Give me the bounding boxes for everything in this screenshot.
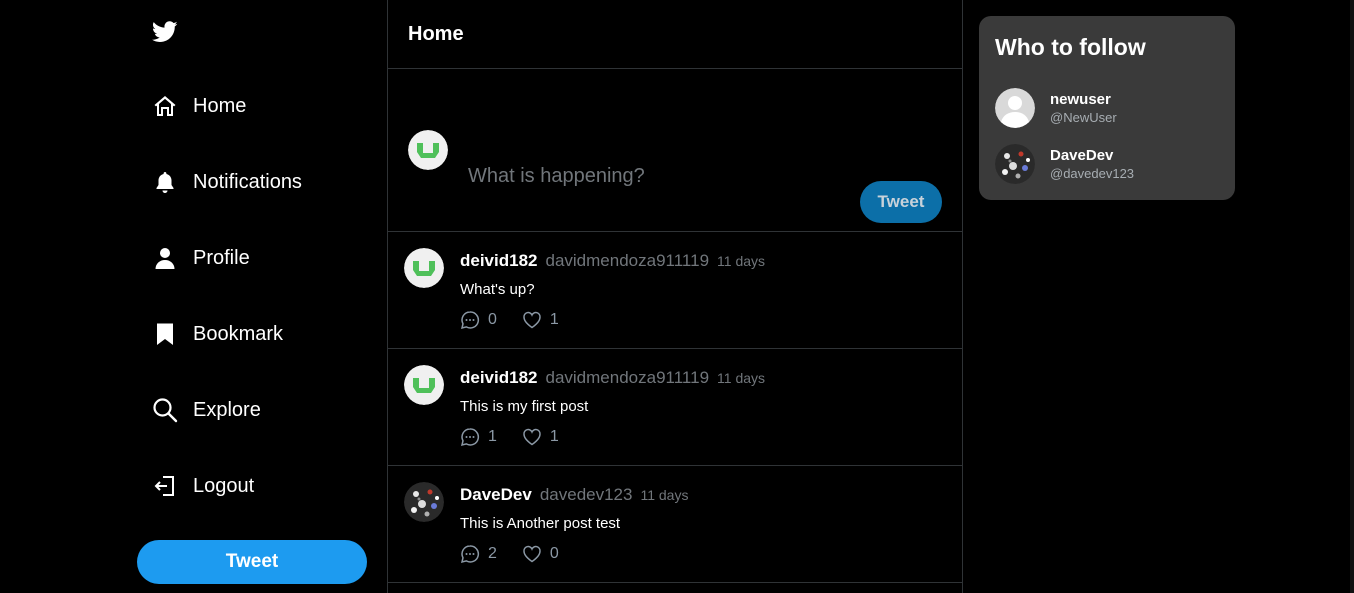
post-author-name[interactable]: DaveDev xyxy=(460,485,532,505)
post-header: DaveDev davedev123 11 days xyxy=(460,485,688,505)
post-header: deivid182 davidmendoza911119 11 days xyxy=(460,251,765,271)
like-button[interactable]: 1 xyxy=(522,310,559,330)
twitter-bird-icon[interactable] xyxy=(152,21,178,43)
heart-icon xyxy=(523,545,541,563)
post-body: What's up? xyxy=(460,281,535,298)
user-avatar xyxy=(995,144,1035,184)
comment-count: 2 xyxy=(488,545,497,562)
heart-icon xyxy=(523,428,541,446)
comment-button[interactable]: 2 xyxy=(460,544,497,564)
post-author-name[interactable]: deivid182 xyxy=(460,251,538,271)
post-author-handle: davidmendoza911119 xyxy=(545,368,710,387)
default-avatar-icon xyxy=(995,88,1035,128)
follow-suggestion[interactable]: newuser @NewUser xyxy=(995,88,1117,128)
comment-button[interactable]: 1 xyxy=(460,427,497,447)
post-header: deivid182 davidmendoza911119 11 days xyxy=(460,368,765,388)
nav-home[interactable]: Home xyxy=(152,86,246,126)
follow-user-handle: @NewUser xyxy=(1050,110,1117,125)
like-button[interactable]: 0 xyxy=(522,544,559,564)
follow-user-name[interactable]: DaveDev xyxy=(1050,147,1134,164)
post-author-name[interactable]: deivid182 xyxy=(460,368,538,388)
tweet-composer: Tweet xyxy=(388,69,962,232)
who-to-follow-title: Who to follow xyxy=(995,34,1146,60)
search-icon xyxy=(152,397,178,423)
nav-explore-label: Explore xyxy=(193,398,261,421)
follow-user-handle: @davedev123 xyxy=(1050,166,1135,181)
comment-count: 1 xyxy=(488,428,497,445)
page-title: Home xyxy=(408,22,464,45)
post-body: This is my first post xyxy=(460,398,589,415)
comment-icon xyxy=(460,428,480,447)
nav-notifications-label: Notifications xyxy=(193,170,302,193)
post-timestamp: 11 days xyxy=(640,487,689,503)
follow-user-meta: DaveDev @davedev123 xyxy=(1050,147,1134,181)
comment-icon xyxy=(460,545,480,564)
compose-input[interactable] xyxy=(468,159,928,193)
comment-count: 0 xyxy=(488,311,497,328)
nav-notifications[interactable]: Notifications xyxy=(152,162,302,202)
post[interactable]: DaveDev davedev123 11 days This is Anoth… xyxy=(388,466,962,583)
follow-user-name[interactable]: newuser xyxy=(1050,91,1117,108)
scrollbar-track[interactable] xyxy=(1350,0,1354,593)
app: Home Notifications Profile Bookmark Expl… xyxy=(0,0,1354,593)
post-actions: 1 1 xyxy=(460,427,559,447)
main-feed: Home Tweet deivid182 davidmendoza911119 … xyxy=(387,0,963,593)
nav-logout-label: Logout xyxy=(193,474,255,497)
post-body: This is Another post test xyxy=(460,515,621,532)
home-icon xyxy=(152,93,178,119)
post-timestamp: 11 days xyxy=(717,370,766,386)
bookmark-icon xyxy=(152,321,178,347)
post-avatar[interactable] xyxy=(404,482,444,522)
nav-profile-label: Profile xyxy=(193,246,250,269)
nav-bookmark[interactable]: Bookmark xyxy=(152,314,283,354)
post-author-handle: davedev123 xyxy=(539,485,633,504)
nav-logout[interactable]: Logout xyxy=(152,466,254,506)
person-icon xyxy=(152,245,178,271)
post-timestamp: 11 days xyxy=(717,253,766,269)
nav-explore[interactable]: Explore xyxy=(152,390,261,430)
post-avatar[interactable] xyxy=(404,248,444,288)
post-avatar[interactable] xyxy=(404,365,444,405)
user-avatar[interactable] xyxy=(408,130,448,170)
bell-icon xyxy=(152,169,178,195)
sidebar: Home Notifications Profile Bookmark Expl… xyxy=(0,0,387,593)
nav-bookmark-label: Bookmark xyxy=(193,322,284,345)
post[interactable]: deivid182 davidmendoza911119 11 days Wha… xyxy=(388,232,962,349)
nav-home-label: Home xyxy=(193,94,247,117)
feed-header: Home xyxy=(388,0,962,69)
post[interactable]: deivid182 davidmendoza911119 11 days Thi… xyxy=(388,349,962,466)
post-actions: 0 1 xyxy=(460,310,559,330)
who-to-follow-card: Who to follow newuser @NewUser DaveDev @… xyxy=(979,16,1235,200)
follow-suggestion[interactable]: DaveDev @davedev123 xyxy=(995,144,1134,184)
like-count: 1 xyxy=(549,311,559,328)
sidebar-tweet-button[interactable]: Tweet xyxy=(137,540,367,584)
post-actions: 2 0 xyxy=(460,544,559,564)
like-button[interactable]: 1 xyxy=(522,427,559,447)
logout-icon xyxy=(152,473,178,499)
like-count: 1 xyxy=(549,428,559,445)
nav-profile[interactable]: Profile xyxy=(152,238,250,278)
like-count: 0 xyxy=(549,545,559,562)
heart-icon xyxy=(523,311,541,329)
comment-icon xyxy=(460,311,480,330)
compose-tweet-button[interactable]: Tweet xyxy=(860,181,942,223)
follow-user-meta: newuser @NewUser xyxy=(1050,91,1117,125)
comment-button[interactable]: 0 xyxy=(460,310,497,330)
post-author-handle: davidmendoza911119 xyxy=(545,251,710,270)
